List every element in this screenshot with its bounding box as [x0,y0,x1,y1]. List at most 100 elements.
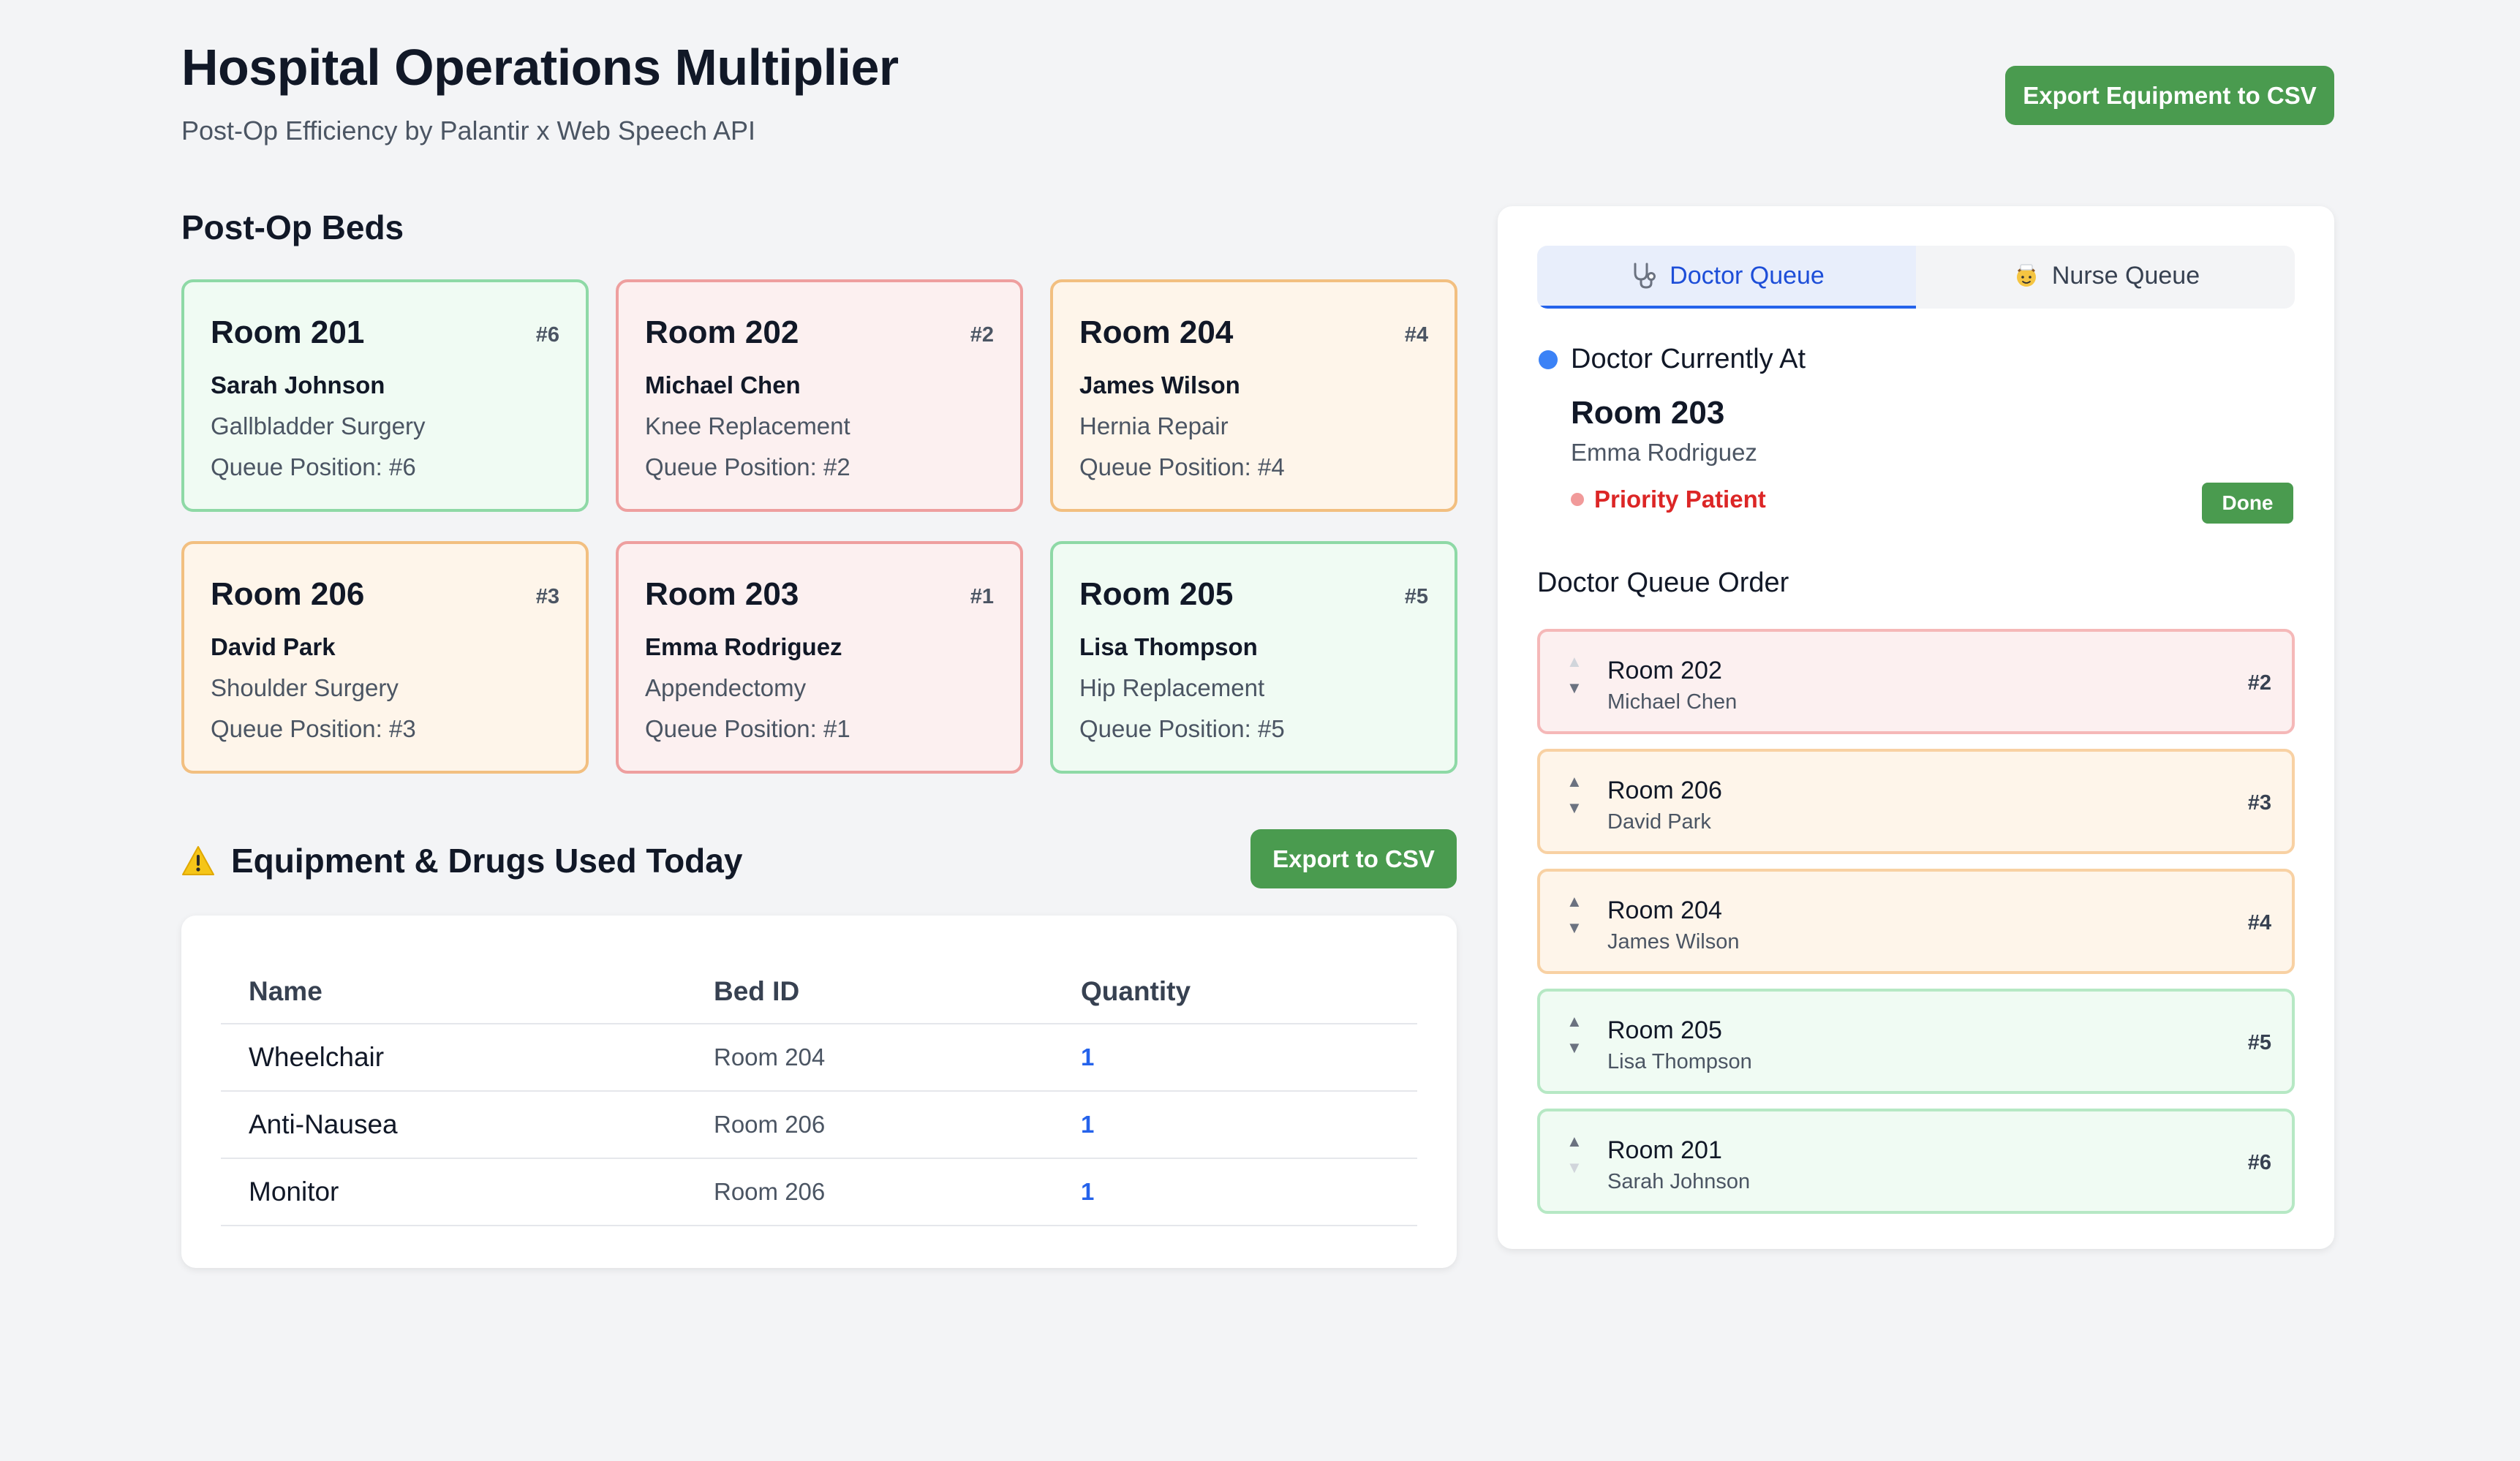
beds-section-title: Post-Op Beds [181,208,404,246]
queue-position-badge: #5 [1404,585,1428,608]
priority-indicator: Priority Patient [1571,486,1766,513]
reorder-controls: ▲ ▼ [1566,894,1582,936]
page-subtitle: Post-Op Efficiency by Palantir x Web Spe… [181,116,756,146]
queue-position-badge: #6 [535,323,559,347]
queue-item-badge: #4 [2247,911,2271,935]
current-room: Room 203 [1571,395,1725,431]
equipment-quantity-cell[interactable]: 1 [1053,1091,1417,1159]
bed-card-room-201[interactable]: Room 201 #6 Sarah Johnson Gallbladder Su… [181,279,589,512]
queue-item[interactable]: ▲ ▼ Room 206 David Park #3 [1537,749,2295,854]
bed-patient-name: Lisa Thompson [1079,633,1258,660]
reorder-controls: ▲ ▼ [1566,1133,1582,1176]
bed-card-room-205[interactable]: Room 205 #5 Lisa Thompson Hip Replacemen… [1050,541,1457,774]
equipment-quantity-cell[interactable]: 1 [1053,1024,1417,1092]
move-down-icon[interactable]: ▼ [1566,680,1582,696]
equipment-bed-cell: Room 206 [686,1158,1053,1226]
bed-queue-position: Queue Position: #2 [645,453,850,480]
move-down-icon[interactable]: ▼ [1566,800,1582,816]
queue-position-badge: #2 [970,323,994,347]
queue-item-badge: #2 [2247,671,2271,695]
bed-queue-position: Queue Position: #1 [645,715,850,742]
equipment-table-panel: Name Bed ID Quantity Wheelchair Room 204… [181,916,1457,1268]
done-button[interactable]: Done [2202,483,2293,524]
move-up-icon[interactable]: ▲ [1566,654,1582,670]
bed-room: Room 201 [211,314,365,350]
export-equipment-button[interactable]: Export Equipment to CSV [2005,66,2334,125]
bed-room: Room 204 [1079,314,1234,350]
bed-procedure: Hernia Repair [1079,412,1229,439]
queue-item-badge: #5 [2247,1031,2271,1054]
queue-item[interactable]: ▲ ▼ Room 202 Michael Chen #2 [1537,629,2295,734]
bed-procedure: Knee Replacement [645,412,850,439]
queue-position-badge: #3 [535,585,559,608]
reorder-controls: ▲ ▼ [1566,654,1582,696]
queue-item-room: Room 202 [1607,657,1722,684]
export-csv-button[interactable]: Export to CSV [1250,829,1457,888]
table-row: Anti-Nausea Room 206 1 [221,1091,1417,1159]
bed-queue-position: Queue Position: #5 [1079,715,1285,742]
bed-room: Room 205 [1079,576,1234,612]
queue-item-room: Room 205 [1607,1016,1722,1044]
equipment-header: Equipment & Drugs Used Today [181,841,742,880]
queue-position-badge: #4 [1404,323,1428,347]
move-up-icon[interactable]: ▲ [1566,1133,1582,1149]
bed-procedure: Hip Replacement [1079,674,1265,701]
move-down-icon[interactable]: ▼ [1566,1040,1582,1056]
move-up-icon[interactable]: ▲ [1566,774,1582,790]
queue-order-title: Doctor Queue Order [1537,567,1789,598]
queue-panel: Doctor Queue Nurse Queue Doctor Currentl… [1498,206,2334,1249]
column-header-name[interactable]: Name [221,959,686,1024]
column-header-quantity[interactable]: Quantity [1053,959,1417,1024]
move-up-icon[interactable]: ▲ [1566,1013,1582,1030]
equipment-name-cell: Wheelchair [221,1024,686,1092]
bed-procedure: Gallbladder Surgery [211,412,426,439]
bed-patient-name: Michael Chen [645,371,801,399]
queue-item-patient: Michael Chen [1607,690,1738,714]
bed-procedure: Shoulder Surgery [211,674,399,701]
move-down-icon[interactable]: ▼ [1566,920,1582,936]
bed-queue-position: Queue Position: #4 [1079,453,1285,480]
bed-card-room-202[interactable]: Room 202 #2 Michael Chen Knee Replacemen… [616,279,1023,512]
column-header-bed-id[interactable]: Bed ID [686,959,1053,1024]
priority-label: Priority Patient [1594,486,1766,513]
move-down-icon[interactable]: ▼ [1566,1160,1582,1176]
queue-item-room: Room 206 [1607,777,1722,804]
reorder-controls: ▲ ▼ [1566,1013,1582,1056]
queue-item-patient: Sarah Johnson [1607,1170,1751,1193]
bed-procedure: Appendectomy [645,674,807,701]
nurse-icon [2016,264,2036,287]
queue-item-badge: #6 [2247,1151,2271,1174]
queue-position-badge: #1 [970,585,994,608]
stethoscope-icon [1634,263,1656,289]
queue-item[interactable]: ▲ ▼ Room 201 Sarah Johnson #6 [1537,1109,2295,1214]
bed-queue-position: Queue Position: #6 [211,453,416,480]
bed-card-room-206[interactable]: Room 206 #3 David Park Shoulder Surgery … [181,541,589,774]
queue-item[interactable]: ▲ ▼ Room 204 James Wilson #4 [1537,869,2295,974]
priority-dot-icon [1571,493,1584,506]
equipment-name-cell: Monitor [221,1158,686,1226]
bed-patient-name: David Park [211,633,336,660]
bed-card-room-203[interactable]: Room 203 #1 Emma Rodriguez Appendectomy … [616,541,1023,774]
equipment-bed-cell: Room 204 [686,1024,1053,1092]
table-row: Monitor Room 206 1 [221,1158,1417,1226]
bed-patient-name: Emma Rodriguez [645,633,842,660]
bed-card-room-204[interactable]: Room 204 #4 James Wilson Hernia Repair Q… [1050,279,1457,512]
move-up-icon[interactable]: ▲ [1566,894,1582,910]
tab-doctor-queue[interactable]: Doctor Queue [1537,246,1916,309]
equipment-quantity-cell[interactable]: 1 [1053,1158,1417,1226]
queue-item-room: Room 201 [1607,1136,1722,1164]
current-patient: Emma Rodriguez [1571,439,1757,466]
warning-icon [182,846,214,875]
queue-item-patient: Lisa Thompson [1607,1050,1752,1073]
current-location-label: Doctor Currently At [1571,344,1806,374]
page-title: Hospital Operations Multiplier [181,39,899,96]
tab-label: Nurse Queue [2051,261,2200,290]
equipment-section-title: Equipment & Drugs Used Today [231,842,743,880]
queue-item[interactable]: ▲ ▼ Room 205 Lisa Thompson #5 [1537,989,2295,1094]
tab-label: Doctor Queue [1670,261,1825,290]
tab-nurse-queue[interactable]: Nurse Queue [1916,246,2295,309]
equipment-name-cell: Anti-Nausea [221,1091,686,1159]
bed-patient-name: James Wilson [1079,371,1240,399]
queue-item-patient: James Wilson [1607,930,1740,954]
table-row: Wheelchair Room 204 1 [221,1024,1417,1092]
